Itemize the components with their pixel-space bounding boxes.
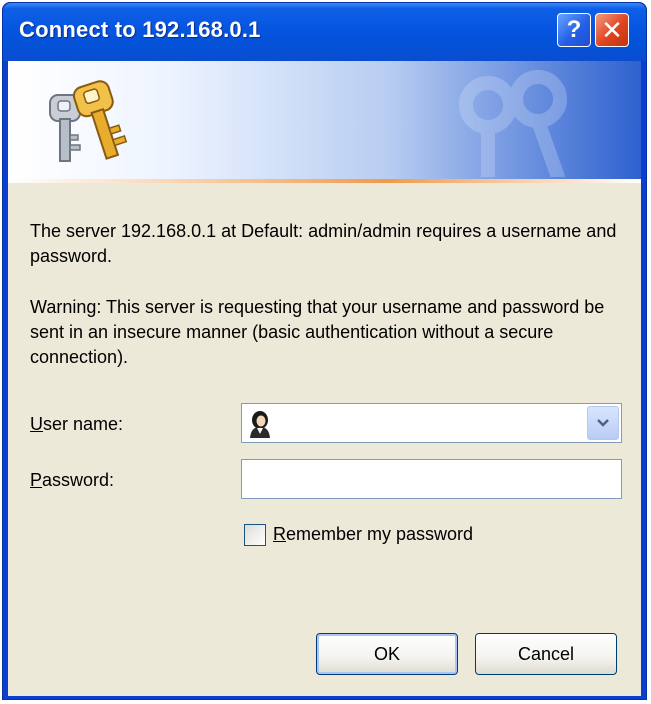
security-warning: Warning: This server is requesting that … — [30, 297, 605, 367]
password-mnemonic: P — [30, 470, 43, 490]
banner — [8, 61, 641, 183]
remember-label-text: emember my password — [286, 524, 474, 544]
password-label: Password: — [30, 470, 114, 491]
dialog-body: The server 192.168.0.1 at Default: admin… — [8, 61, 641, 696]
username-mnemonic: U — [30, 414, 43, 434]
chevron-down-icon — [597, 419, 609, 427]
remember-password-label[interactable]: Remember my password — [273, 524, 473, 545]
password-field[interactable] — [241, 459, 622, 499]
user-icon — [250, 411, 270, 438]
close-button[interactable]: ✕ — [595, 13, 629, 47]
dropdown-button[interactable] — [587, 406, 619, 440]
help-button[interactable]: ? — [557, 13, 591, 47]
username-label-text: ser name: — [43, 414, 124, 434]
remember-password-checkbox[interactable] — [244, 524, 266, 546]
username-combobox[interactable] — [241, 403, 622, 443]
remember-mnemonic: R — [273, 524, 286, 544]
server-message: The server 192.168.0.1 at Default: admin… — [30, 221, 617, 266]
dialog-window: Connect to 192.168.0.1 ? ✕ The server 19… — [2, 2, 647, 700]
title-bar[interactable]: Connect to 192.168.0.1 ? ✕ — [3, 3, 646, 61]
window-title: Connect to 192.168.0.1 — [19, 17, 261, 42]
password-label-text: assword: — [42, 470, 115, 490]
ok-button[interactable]: OK — [316, 633, 458, 675]
keys-watermark-icon — [459, 70, 567, 177]
cancel-button[interactable]: Cancel — [475, 633, 617, 675]
banner-divider — [8, 179, 641, 183]
keys-icon — [49, 80, 128, 162]
username-label: User name: — [30, 414, 123, 435]
